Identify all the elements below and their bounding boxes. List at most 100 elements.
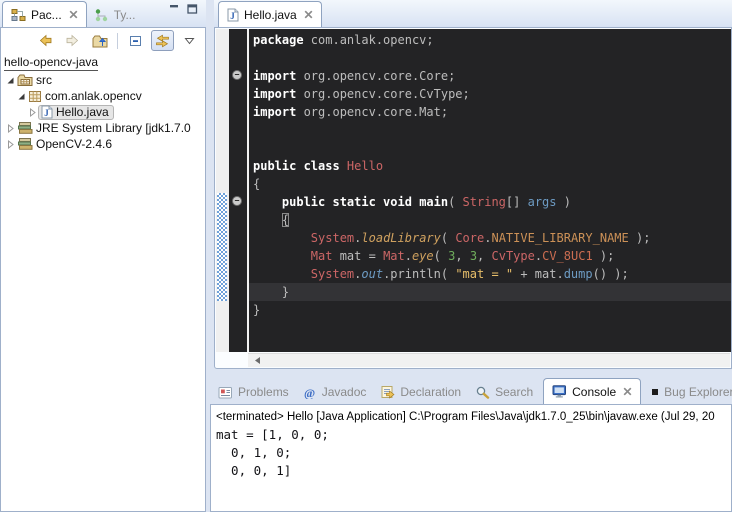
expander-collapsed-icon[interactable] — [5, 140, 16, 149]
tab-bug-explorer[interactable]: Bug Explorer — [647, 380, 732, 404]
package-explorer-icon — [11, 8, 26, 22]
code-line[interactable]: import org.opencv.core.CvType; — [249, 85, 731, 103]
code-line[interactable]: { — [249, 211, 731, 229]
minimize-button[interactable] — [169, 1, 180, 19]
search-icon — [475, 385, 490, 399]
tree-item-src[interactable]: src — [1, 72, 205, 88]
code-line[interactable] — [249, 49, 731, 67]
code-line[interactable]: System.out.println( "mat = " + mat.dump(… — [249, 265, 731, 283]
up-button[interactable] — [88, 30, 111, 51]
close-icon[interactable] — [304, 10, 313, 19]
tree-item-jre-system-library-jdk1-7-0[interactable]: JRE System Library [jdk1.7.0 — [1, 120, 205, 136]
tab-javadoc-label: Javadoc — [322, 385, 367, 399]
code-line[interactable]: public class Hello — [249, 157, 731, 175]
tree-item-label: com.anlak.opencv — [45, 89, 142, 103]
library-icon — [17, 137, 33, 151]
tree-item-opencv-2-4-6[interactable]: OpenCV-2.4.6 — [1, 136, 205, 152]
tab-bug-explorer-label: Bug Explorer — [664, 385, 732, 399]
expander-expanded-icon[interactable] — [16, 92, 27, 101]
console-body: <terminated> Hello [Java Application] C:… — [210, 404, 732, 512]
expander-collapsed-icon[interactable] — [27, 108, 38, 117]
view-menu-button[interactable] — [178, 30, 201, 51]
package-explorer-tree: hello-opencv-java src com.anlak.opencv J He… — [1, 53, 205, 152]
tab-package-explorer[interactable]: Pac... — [2, 1, 87, 27]
editor-annotation-ruler[interactable] — [216, 29, 229, 352]
code-line[interactable]: Mat mat = Mat.eye( 3, 3, CvType.CV_8UC1 … — [249, 247, 731, 265]
declaration-icon — [380, 385, 395, 399]
bug-square-icon — [651, 388, 659, 396]
code-line[interactable]: public static void main( String[] args ) — [249, 193, 731, 211]
java-file-icon: J — [227, 8, 239, 22]
code-line[interactable]: import org.opencv.core.Mat; — [249, 103, 731, 121]
code-line[interactable]: package com.anlak.opencv; — [249, 31, 731, 49]
library-icon — [17, 121, 33, 135]
tab-type-hierarchy-label: Ty... — [114, 8, 136, 22]
close-icon[interactable] — [623, 387, 632, 396]
svg-text:@: @ — [304, 386, 315, 399]
tree-item-label: Hello.java — [56, 105, 109, 119]
editor-body: −− package com.anlak.opencv;import org.o… — [214, 27, 732, 369]
code-line[interactable]: import org.opencv.core.Core; — [249, 67, 731, 85]
close-icon[interactable] — [69, 10, 78, 19]
console-output[interactable]: mat = [1, 0, 0; 0, 1, 0; 0, 0, 1] — [211, 426, 731, 480]
project-name: hello-opencv-java — [4, 55, 98, 71]
tab-search[interactable]: Search — [471, 380, 537, 404]
code-line[interactable]: { — [249, 175, 731, 193]
horizontal-scrollbar[interactable] — [248, 353, 730, 367]
code-line[interactable]: } — [249, 283, 731, 301]
toolbar-separator — [117, 33, 118, 49]
package-explorer-toolbar — [1, 28, 205, 53]
code-line[interactable] — [249, 121, 731, 139]
scroll-left-arrow-icon[interactable] — [254, 352, 261, 370]
forward-button[interactable] — [61, 30, 84, 51]
tree-item-com-anlak-opencv[interactable]: com.anlak.opencv — [1, 88, 205, 104]
tab-declaration-label: Declaration — [400, 385, 461, 399]
console-output-line: mat = [1, 0, 0; — [216, 426, 731, 444]
tab-hello-java-label: Hello.java — [244, 8, 297, 22]
tab-console[interactable]: Console — [543, 378, 641, 404]
console-output-line: 0, 0, 1] — [216, 462, 731, 480]
tab-hello-java[interactable]: J Hello.java — [218, 1, 322, 27]
selected-tree-item: J Hello.java — [38, 105, 114, 120]
svg-text:J: J — [44, 108, 49, 118]
javadoc-icon: @ — [303, 386, 317, 399]
expander-collapsed-icon[interactable] — [5, 124, 16, 133]
range-indicator — [217, 193, 227, 301]
editor-tabbar: J Hello.java — [214, 0, 732, 27]
java-file-icon: J — [41, 105, 53, 119]
code-area[interactable]: package com.anlak.opencv; import org.open… — [249, 29, 731, 352]
package-explorer-view: Pac... Ty... hello-opencv-java src com.anl… — [0, 0, 206, 512]
tab-problems-label: Problems — [238, 385, 289, 399]
code-line[interactable]: } — [249, 301, 731, 319]
console-view: Problems @ Javadoc Declaration Search Console… — [210, 377, 732, 512]
tab-javadoc[interactable]: @ Javadoc — [299, 380, 371, 404]
bottom-tabbar: Problems @ Javadoc Declaration Search Console… — [210, 377, 732, 404]
fold-collapse-icon[interactable]: − — [232, 196, 242, 206]
tab-console-label: Console — [572, 385, 616, 399]
fold-collapse-icon[interactable]: − — [232, 70, 242, 80]
tab-type-hierarchy[interactable]: Ty... — [87, 3, 143, 27]
tab-package-explorer-label: Pac... — [31, 8, 62, 22]
tree-item-label: OpenCV-2.4.6 — [36, 137, 112, 151]
link-with-editor-button[interactable] — [151, 30, 174, 51]
tab-declaration[interactable]: Declaration — [376, 380, 465, 404]
maximize-button[interactable] — [187, 1, 198, 19]
collapse-all-button[interactable] — [124, 30, 147, 51]
code-line[interactable]: System.loadLibrary( Core.NATIVE_LIBRARY_… — [249, 229, 731, 247]
tree-item-label: src — [36, 73, 52, 87]
code-line[interactable] — [249, 139, 731, 157]
tab-search-label: Search — [495, 385, 533, 399]
svg-text:J: J — [230, 11, 235, 21]
tab-problems[interactable]: Problems — [214, 380, 293, 404]
back-button[interactable] — [34, 30, 57, 51]
editor-view: JHello.java −− package com.anlak.opencv;… — [214, 0, 732, 369]
tree-item-hello-java[interactable]: J Hello.java — [1, 104, 205, 120]
eclipse-workbench: { "left_panel": { "tabs": [ {"name":"tab… — [0, 0, 732, 511]
package-icon — [28, 90, 42, 103]
editor-folding-column[interactable]: −− — [229, 29, 247, 352]
expander-expanded-icon[interactable] — [5, 76, 16, 85]
console-process-header: <terminated> Hello [Java Application] C:… — [211, 405, 731, 426]
tree-project-row[interactable]: hello-opencv-java — [1, 53, 205, 72]
view-window-buttons — [169, 1, 206, 27]
console-icon — [552, 385, 567, 398]
